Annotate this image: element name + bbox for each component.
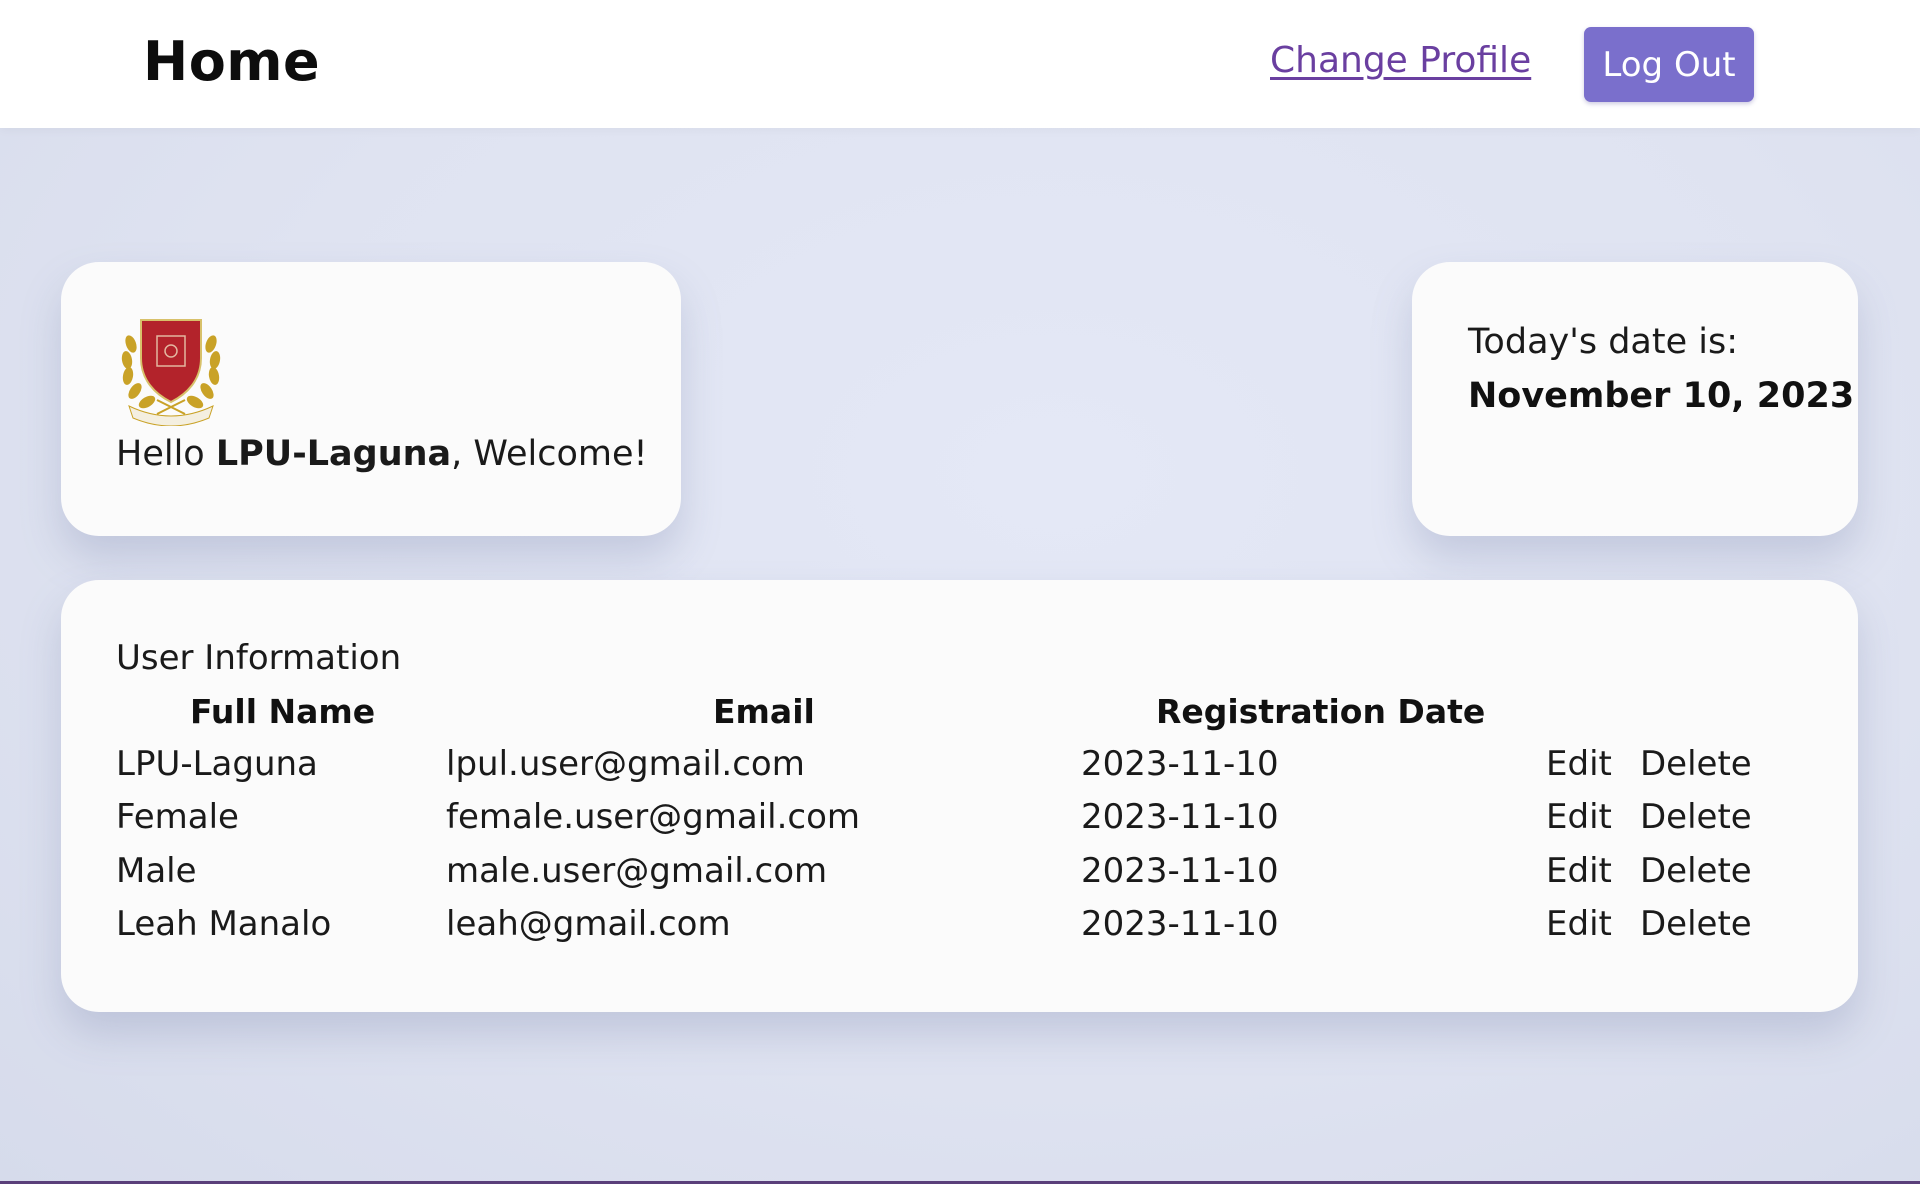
welcome-message: Hello LPU-Laguna, Welcome! xyxy=(116,434,648,474)
edit-button[interactable]: Edit xyxy=(1546,904,1612,944)
delete-button[interactable]: Delete xyxy=(1640,851,1752,891)
row-full-name: LPU-Laguna xyxy=(116,744,318,784)
row-email: male.user@gmail.com xyxy=(446,851,828,891)
row-registration-date: 2023-11-10 xyxy=(1081,904,1279,944)
greeting-suffix: , Welcome! xyxy=(451,434,648,474)
row-full-name: Male xyxy=(116,851,197,891)
date-card: Today's date is: November 10, 2023 xyxy=(1412,262,1858,536)
user-information-card: User Information Full Name Email Registr… xyxy=(61,580,1858,1012)
table-row: Female female.user@gmail.com 2023-11-10 … xyxy=(61,797,1858,851)
row-email: female.user@gmail.com xyxy=(446,797,861,837)
row-email: leah@gmail.com xyxy=(446,904,731,944)
page-title: Home xyxy=(143,30,321,93)
delete-button[interactable]: Delete xyxy=(1640,797,1752,837)
row-full-name: Leah Manalo xyxy=(116,904,332,944)
column-header-full-name: Full Name xyxy=(190,692,376,731)
username: LPU-Laguna xyxy=(215,434,452,474)
table-row: Male male.user@gmail.com 2023-11-10 Edit… xyxy=(61,851,1858,905)
row-email: lpul.user@gmail.com xyxy=(446,744,805,784)
top-navbar: Home Change Profile Log Out xyxy=(0,0,1920,128)
user-information-heading: User Information xyxy=(116,638,402,678)
row-full-name: Female xyxy=(116,797,239,837)
date-label: Today's date is: xyxy=(1468,322,1739,362)
date-value: November 10, 2023 xyxy=(1468,376,1855,416)
column-header-email: Email xyxy=(713,692,815,731)
welcome-card: Hello LPU-Laguna, Welcome! xyxy=(61,262,681,536)
edit-button[interactable]: Edit xyxy=(1546,851,1612,891)
edit-button[interactable]: Edit xyxy=(1546,797,1612,837)
row-registration-date: 2023-11-10 xyxy=(1081,797,1279,837)
logout-button[interactable]: Log Out xyxy=(1584,27,1754,102)
university-crest-icon xyxy=(117,314,225,427)
delete-button[interactable]: Delete xyxy=(1640,904,1752,944)
delete-button[interactable]: Delete xyxy=(1640,744,1752,784)
table-row: LPU-Laguna lpul.user@gmail.com 2023-11-1… xyxy=(61,744,1858,798)
change-profile-link[interactable]: Change Profile xyxy=(1270,40,1531,81)
row-registration-date: 2023-11-10 xyxy=(1081,744,1279,784)
edit-button[interactable]: Edit xyxy=(1546,744,1612,784)
table-row: Leah Manalo leah@gmail.com 2023-11-10 Ed… xyxy=(61,904,1858,958)
column-header-registration-date: Registration Date xyxy=(1156,692,1486,731)
greeting-prefix: Hello xyxy=(116,434,216,474)
row-registration-date: 2023-11-10 xyxy=(1081,851,1279,891)
